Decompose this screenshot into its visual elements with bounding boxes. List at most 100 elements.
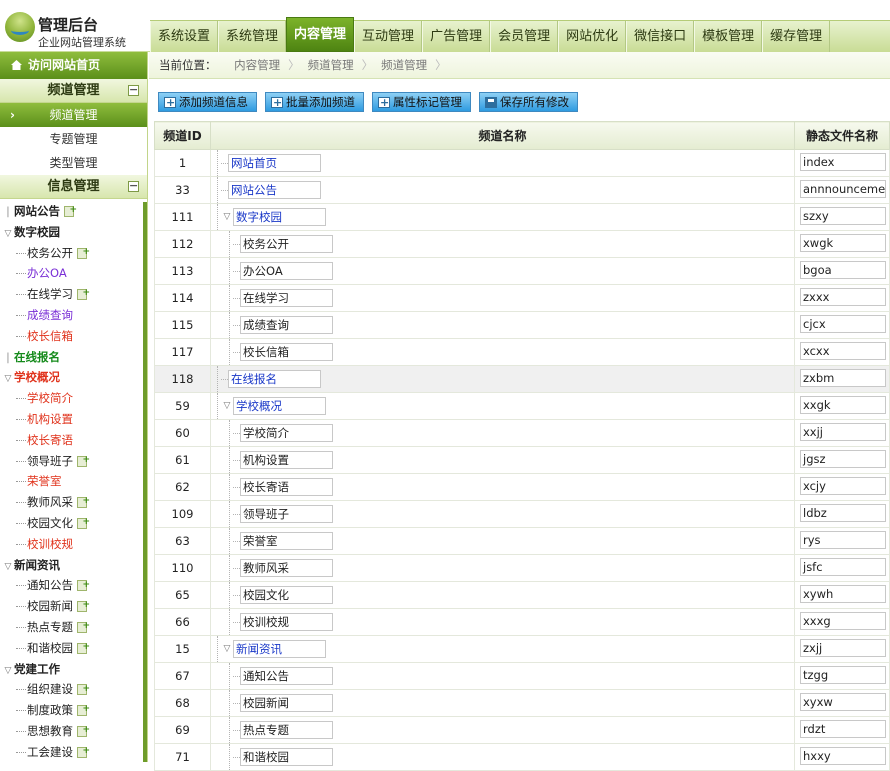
channel-name-input[interactable]: 热点专题: [240, 721, 333, 739]
channel-name-input[interactable]: 在线报名: [228, 370, 321, 388]
tree-item-label[interactable]: 办公OA: [27, 266, 67, 280]
tree-item-label[interactable]: 组织建设: [27, 682, 73, 696]
add-content-icon[interactable]: [77, 616, 90, 637]
tree-item[interactable]: ▽ 党建工作: [0, 659, 147, 680]
tree-item-label[interactable]: 党建工作: [14, 662, 60, 676]
channel-name-input[interactable]: 校园新闻: [240, 694, 333, 712]
channel-name-input[interactable]: 学校简介: [240, 424, 333, 442]
channel-name-input[interactable]: 成绩查询: [240, 316, 333, 334]
tree-item-label[interactable]: 工会建设: [27, 745, 73, 758]
tree-item-label[interactable]: 思想教育: [27, 724, 73, 738]
add-content-icon[interactable]: [77, 741, 90, 758]
expand-arrow-icon[interactable]: ▽: [2, 557, 14, 578]
expand-arrow-icon[interactable]: ▽: [221, 212, 233, 222]
expand-arrow-icon[interactable]: ▽: [221, 401, 233, 411]
static-file-input[interactable]: xcxx: [800, 341, 886, 360]
sidebar-item-1[interactable]: 专题管理: [0, 127, 147, 151]
add-content-icon[interactable]: [77, 720, 90, 741]
static-file-input[interactable]: zxjj: [800, 638, 886, 657]
tree-item[interactable]: 校务公开: [0, 242, 147, 264]
tree-item-label[interactable]: 校园文化: [27, 516, 73, 530]
static-file-input[interactable]: xxgk: [800, 395, 886, 414]
tree-item[interactable]: │ 在线报名: [0, 347, 147, 368]
tree-item-label[interactable]: 校长信箱: [27, 329, 73, 343]
static-file-input[interactable]: rys: [800, 530, 886, 549]
add-content-icon[interactable]: [64, 200, 77, 221]
tree-item[interactable]: 校训校规: [0, 534, 147, 555]
static-file-input[interactable]: xwgk: [800, 233, 886, 252]
collapse-icon[interactable]: −: [128, 180, 139, 192]
static-file-input[interactable]: jsfc: [800, 557, 886, 576]
static-file-input[interactable]: ldbz: [800, 503, 886, 522]
tree-item-label[interactable]: 在线报名: [14, 350, 60, 364]
channel-name-input[interactable]: 学校概况: [233, 397, 326, 415]
attribute-tag-button[interactable]: 属性标记管理: [372, 92, 471, 112]
add-content-icon[interactable]: [77, 637, 90, 658]
add-content-icon[interactable]: [77, 491, 90, 512]
tree-item[interactable]: 和谐校园: [0, 637, 147, 659]
tab-6[interactable]: 网站优化: [558, 21, 627, 52]
add-content-icon[interactable]: [77, 242, 90, 263]
channel-name-input[interactable]: 校务公开: [240, 235, 333, 253]
tree-item-label[interactable]: 热点专题: [27, 620, 73, 634]
visit-site-home-link[interactable]: 访问网站首页: [0, 52, 147, 79]
add-content-icon[interactable]: [77, 595, 90, 616]
channel-name-input[interactable]: 通知公告: [240, 667, 333, 685]
channel-group-header[interactable]: 频道管理 −: [0, 79, 147, 103]
expand-arrow-icon[interactable]: ▽: [2, 369, 14, 390]
add-content-icon[interactable]: [77, 512, 90, 533]
static-file-input[interactable]: annnouncement: [800, 179, 886, 198]
channel-name-input[interactable]: 荣誉室: [240, 532, 333, 550]
tree-item[interactable]: 成绩查询: [0, 305, 147, 326]
static-file-input[interactable]: xyxw: [800, 692, 886, 711]
tab-7[interactable]: 微信接口: [626, 21, 695, 52]
tree-item[interactable]: 校长信箱: [0, 326, 147, 347]
tab-1[interactable]: 系统管理: [218, 21, 287, 52]
tree-item[interactable]: 在线学习: [0, 283, 147, 305]
tree-item[interactable]: 领导班子: [0, 450, 147, 472]
expand-arrow-icon[interactable]: ▽: [2, 661, 14, 682]
add-content-icon[interactable]: [77, 699, 90, 720]
channel-name-input[interactable]: 网站公告: [228, 181, 321, 199]
tree-item-label[interactable]: 新闻资讯: [14, 558, 60, 572]
channel-name-input[interactable]: 网站首页: [228, 154, 321, 172]
tab-3[interactable]: 互动管理: [354, 21, 423, 52]
static-file-input[interactable]: zxbm: [800, 368, 886, 387]
channel-name-input[interactable]: 新闻资讯: [233, 640, 326, 658]
static-file-input[interactable]: xxxg: [800, 611, 886, 630]
static-file-input[interactable]: index: [800, 152, 886, 171]
channel-name-input[interactable]: 领导班子: [240, 505, 333, 523]
tab-9[interactable]: 缓存管理: [762, 21, 831, 52]
channel-name-input[interactable]: 机构设置: [240, 451, 333, 469]
add-content-icon[interactable]: [77, 575, 90, 595]
sidebar-scrollbar[interactable]: [143, 202, 147, 762]
tree-item[interactable]: 机构设置: [0, 409, 147, 430]
static-file-input[interactable]: zxxx: [800, 287, 886, 306]
tree-item-label[interactable]: 领导班子: [27, 454, 73, 468]
channel-name-input[interactable]: 校园文化: [240, 586, 333, 604]
channel-name-input[interactable]: 在线学习: [240, 289, 333, 307]
tree-item[interactable]: 组织建设: [0, 679, 147, 700]
info-group-header[interactable]: 信息管理 −: [0, 175, 147, 199]
channel-name-input[interactable]: 和谐校园: [240, 748, 333, 766]
static-file-input[interactable]: xcjy: [800, 476, 886, 495]
channel-name-input[interactable]: 数字校园: [233, 208, 326, 226]
tree-item[interactable]: 工会建设: [0, 741, 147, 758]
tab-5[interactable]: 会员管理: [490, 21, 559, 52]
expand-arrow-icon[interactable]: ▽: [2, 224, 14, 245]
tree-item[interactable]: ▽ 数字校园: [0, 222, 147, 243]
tree-item-label[interactable]: 和谐校园: [27, 641, 73, 655]
channel-name-input[interactable]: 办公OA: [240, 262, 333, 280]
channel-name-input[interactable]: 校训校规: [240, 613, 333, 631]
tree-item-label[interactable]: 学校概况: [14, 370, 60, 384]
tree-item[interactable]: 办公OA: [0, 263, 147, 284]
static-file-input[interactable]: xxjj: [800, 422, 886, 441]
channel-name-input[interactable]: 校长寄语: [240, 478, 333, 496]
collapse-icon[interactable]: −: [128, 84, 139, 96]
tree-item[interactable]: ▽ 新闻资讯: [0, 555, 147, 576]
tree-item[interactable]: 热点专题: [0, 616, 147, 638]
tree-item[interactable]: 学校简介: [0, 388, 147, 409]
tree-item[interactable]: 通知公告: [0, 575, 147, 596]
tree-item-label[interactable]: 校长寄语: [27, 433, 73, 447]
save-all-button[interactable]: 保存所有修改: [479, 92, 578, 112]
